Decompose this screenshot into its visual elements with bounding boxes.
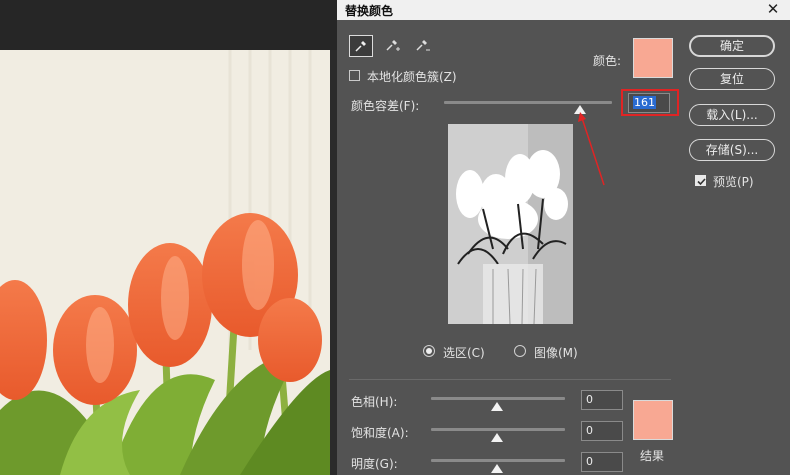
image-radio[interactable]	[514, 345, 526, 357]
save-button[interactable]: 存储(S)...	[689, 139, 775, 161]
dialog-titlebar[interactable]: 替换颜色 ✕	[337, 0, 790, 20]
ok-button[interactable]: 确定	[689, 35, 775, 57]
localized-clusters-checkbox[interactable]	[349, 70, 360, 81]
eyedropper-plus-icon	[386, 40, 400, 51]
eyedropper-minus-icon	[416, 40, 430, 51]
add-to-sample-button[interactable]	[381, 35, 405, 57]
selection-preview	[448, 124, 573, 324]
hue-input[interactable]: 0	[581, 390, 623, 410]
preview-label: 预览(P)	[713, 175, 754, 189]
selection-radio-label: 选区(C)	[443, 346, 485, 360]
fuzziness-slider-track[interactable]	[444, 101, 612, 104]
selection-radio[interactable]	[423, 345, 435, 357]
color-label: 颜色:	[593, 54, 622, 68]
canvas-edge	[330, 50, 337, 475]
saturation-slider-track[interactable]	[431, 428, 565, 431]
saturation-label: 饱和度(A):	[351, 426, 409, 440]
result-label: 结果	[640, 449, 665, 463]
result-swatch[interactable]	[633, 400, 673, 440]
eyedropper-tool-button[interactable]	[349, 35, 373, 57]
lightness-slider-thumb[interactable]	[491, 464, 503, 473]
canvas-toolbar-area	[0, 0, 337, 50]
checkmark-icon	[697, 178, 706, 186]
fuzziness-value: 161	[633, 96, 656, 109]
saturation-input[interactable]: 0	[581, 421, 623, 441]
eyedropper-icon	[355, 41, 366, 52]
dialog-title: 替换颜色	[345, 4, 394, 18]
fuzziness-label: 颜色容差(F):	[351, 99, 420, 113]
lightness-slider-track[interactable]	[431, 459, 565, 462]
hue-slider-thumb[interactable]	[491, 402, 503, 411]
preview-checkbox[interactable]	[695, 175, 706, 186]
localized-clusters-label: 本地化颜色簇(Z)	[367, 70, 457, 84]
annotation-arrow	[578, 112, 605, 186]
replace-color-dialog: 替换颜色 ✕ 本地化颜色簇(Z) 颜色: 颜色容差(F): 161 选区(C) …	[337, 0, 790, 475]
lightness-input[interactable]: 0	[581, 452, 623, 472]
reset-button[interactable]: 复位	[689, 68, 775, 90]
section-divider	[349, 379, 671, 380]
saturation-slider-thumb[interactable]	[491, 433, 503, 442]
subtract-from-sample-button[interactable]	[411, 35, 435, 57]
tulip-photo-canvas	[0, 50, 330, 475]
image-radio-label: 图像(M)	[534, 346, 578, 360]
fuzziness-input[interactable]: 161	[628, 93, 670, 113]
color-swatch[interactable]	[633, 38, 673, 78]
load-button[interactable]: 载入(L)...	[689, 104, 775, 126]
hue-slider-track[interactable]	[431, 397, 565, 400]
close-icon[interactable]: ✕	[760, 0, 786, 20]
lightness-label: 明度(G):	[351, 457, 398, 471]
hue-label: 色相(H):	[351, 395, 398, 409]
